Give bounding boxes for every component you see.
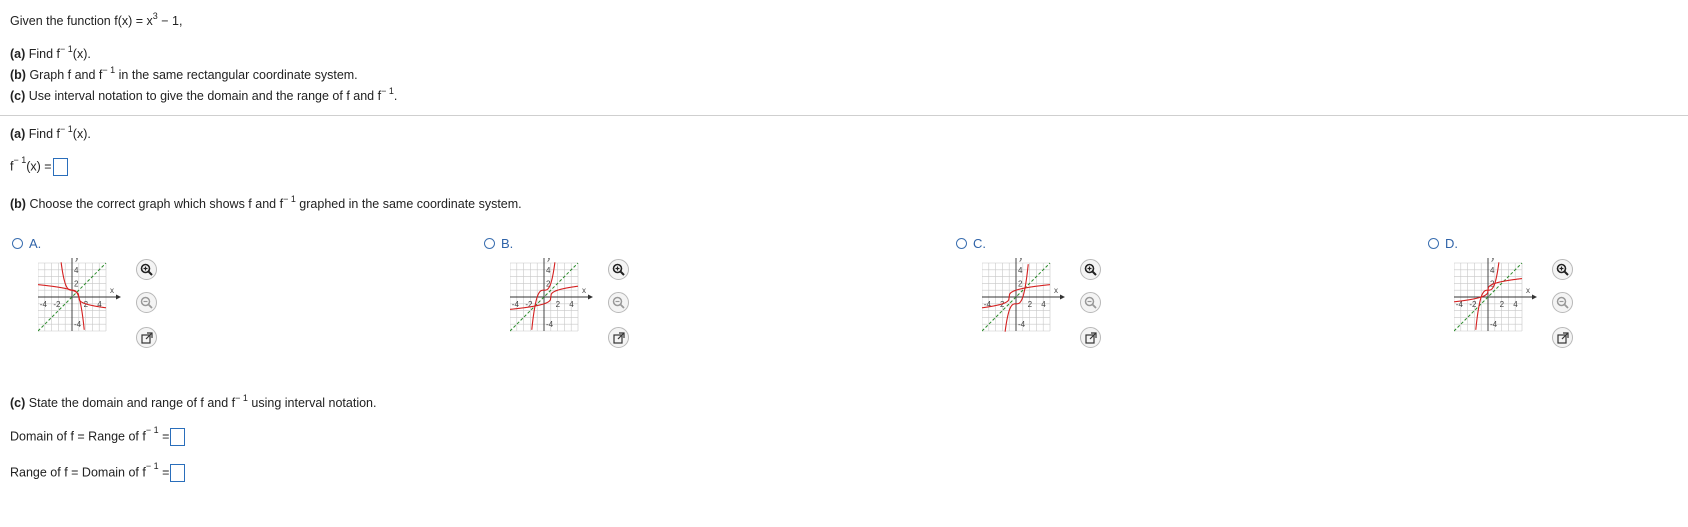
part-a-heading: (a) Find f− 1(x).: [10, 124, 91, 142]
range-answer-row: Range of f = Domain of f− 1 =: [10, 462, 186, 482]
tick-label: 2: [74, 279, 79, 288]
grid: xy-4-22442-4: [510, 258, 593, 332]
y-axis-label: y: [1019, 258, 1023, 262]
graph-option-a: xy-4-22442-4: [38, 258, 121, 332]
question-part-a: (a) Find f− 1(x).: [10, 44, 91, 62]
open-external-button-a[interactable]: [136, 327, 157, 348]
tick-label: -4: [40, 300, 48, 309]
option-d-label: D.: [1445, 236, 1458, 251]
question-stem: Given the function f(x) = x3 − 1,: [10, 11, 183, 29]
tick-label: -4: [1490, 320, 1498, 329]
x-axis-label: x: [582, 286, 586, 295]
open-external-icon: [612, 331, 625, 344]
option-c-label: C.: [973, 236, 986, 251]
x-axis-arrow: [1060, 294, 1065, 300]
part-b-heading: (b) Choose the correct graph which shows…: [10, 194, 522, 212]
open-external-button-d[interactable]: [1552, 327, 1573, 348]
tick-label: 4: [74, 266, 79, 275]
option-c[interactable]: C.: [956, 236, 986, 251]
tick-label: 4: [546, 266, 551, 275]
zoom-in-icon: [1556, 263, 1569, 276]
zoom-out-button-b[interactable]: [608, 292, 629, 313]
grid: xy-4-22442-4: [1454, 258, 1537, 332]
inverse-answer-input[interactable]: [52, 158, 68, 176]
zoom-out-button-c[interactable]: [1080, 292, 1101, 313]
tick-label: 2: [556, 300, 561, 309]
tick-label: -4: [74, 320, 82, 329]
tick-label: -4: [512, 300, 520, 309]
question-part-c: (c) Use interval notation to give the do…: [10, 86, 398, 104]
y-axis-label: y: [75, 258, 79, 262]
zoom-in-button-b[interactable]: [608, 259, 629, 280]
graph-option-c: xy-4-22442-4: [982, 258, 1065, 332]
zoom-out-icon: [1084, 296, 1097, 309]
grid: xy-4-22442-4: [38, 258, 121, 332]
range-answer-input[interactable]: [170, 464, 186, 482]
tick-label: 4: [1041, 300, 1046, 309]
tick-label: 4: [1490, 266, 1495, 275]
option-b-radio[interactable]: [484, 238, 495, 249]
part-c-heading: (c) State the domain and range of f and …: [10, 393, 377, 411]
x-axis-arrow: [1532, 294, 1537, 300]
tick-label: -2: [53, 300, 61, 309]
open-external-icon: [140, 331, 153, 344]
x-axis-arrow: [116, 294, 121, 300]
y-axis-label: y: [547, 258, 551, 262]
tick-label: -4: [1018, 320, 1026, 329]
zoom-out-icon: [612, 296, 625, 309]
section-divider: [0, 115, 1688, 116]
graph-option-d: xy-4-22442-4: [1454, 258, 1537, 332]
open-external-button-b[interactable]: [608, 327, 629, 348]
option-a-radio[interactable]: [12, 238, 23, 249]
x-axis-label: x: [1054, 286, 1058, 295]
zoom-in-icon: [1084, 263, 1097, 276]
tick-label: -4: [546, 320, 554, 329]
zoom-out-icon: [1556, 296, 1569, 309]
zoom-out-button-d[interactable]: [1552, 292, 1573, 313]
zoom-in-button-a[interactable]: [136, 259, 157, 280]
part-a-answer-row: f− 1(x) =: [10, 156, 68, 176]
zoom-out-icon: [140, 296, 153, 309]
option-b-label: B.: [501, 236, 514, 251]
option-c-radio[interactable]: [956, 238, 967, 249]
question-part-b: (b) Graph f and f− 1 in the same rectang…: [10, 65, 358, 83]
tick-label: 4: [1513, 300, 1518, 309]
option-a-label: A.: [29, 236, 42, 251]
x-axis-arrow: [588, 294, 593, 300]
zoom-in-button-d[interactable]: [1552, 259, 1573, 280]
zoom-in-icon: [612, 263, 625, 276]
zoom-in-button-c[interactable]: [1080, 259, 1101, 280]
tick-label: 4: [1018, 266, 1023, 275]
domain-answer-input[interactable]: [170, 428, 186, 446]
tick-label: 4: [569, 300, 574, 309]
zoom-out-button-a[interactable]: [136, 292, 157, 313]
graph-option-b: xy-4-22442-4: [510, 258, 593, 332]
option-a[interactable]: A.: [12, 236, 41, 251]
x-axis-label: x: [1526, 286, 1530, 295]
option-d[interactable]: D.: [1428, 236, 1458, 251]
option-d-radio[interactable]: [1428, 238, 1439, 249]
tick-label: 2: [1018, 279, 1023, 288]
y-axis-label: y: [1491, 258, 1495, 262]
open-external-button-c[interactable]: [1080, 327, 1101, 348]
tick-label: 2: [1500, 300, 1505, 309]
open-external-icon: [1084, 331, 1097, 344]
grid: xy-4-22442-4: [982, 258, 1065, 332]
tick-label: 2: [1028, 300, 1033, 309]
zoom-in-icon: [140, 263, 153, 276]
open-external-icon: [1556, 331, 1569, 344]
x-axis-label: x: [110, 286, 114, 295]
tick-label: -2: [1469, 300, 1477, 309]
domain-answer-row: Domain of f = Range of f− 1 =: [10, 426, 186, 446]
option-b[interactable]: B.: [484, 236, 513, 251]
